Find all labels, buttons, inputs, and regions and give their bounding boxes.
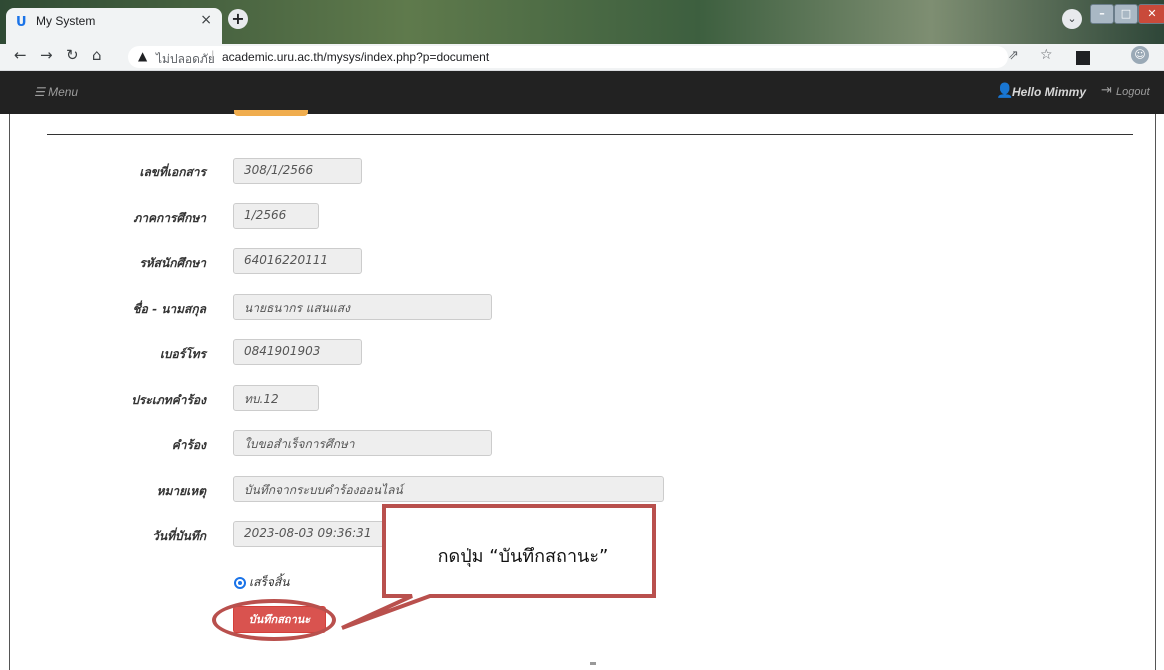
- highlight-ellipse: [212, 599, 336, 641]
- footer-fragment: [590, 662, 596, 665]
- callout-text: กดปุ่ม “บันทึกสถานะ”: [437, 546, 609, 567]
